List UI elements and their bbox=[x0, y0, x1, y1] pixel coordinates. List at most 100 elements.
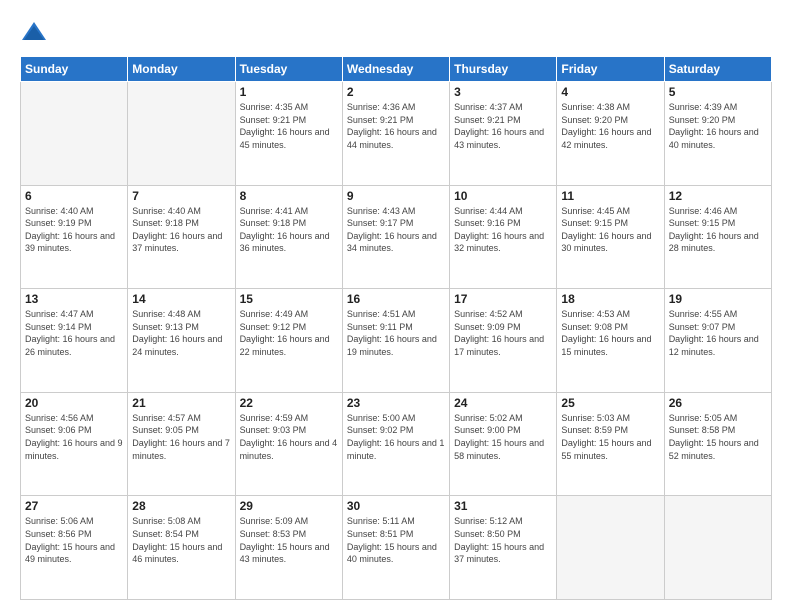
calendar-cell: 20 Sunrise: 4:56 AM Sunset: 9:06 PM Dayli… bbox=[21, 392, 128, 496]
day-number: 30 bbox=[347, 499, 445, 513]
calendar-day-header: Monday bbox=[128, 57, 235, 82]
calendar-cell: 23 Sunrise: 5:00 AM Sunset: 9:02 PM Dayli… bbox=[342, 392, 449, 496]
day-number: 15 bbox=[240, 292, 338, 306]
calendar-cell: 16 Sunrise: 4:51 AM Sunset: 9:11 PM Dayli… bbox=[342, 289, 449, 393]
day-number: 29 bbox=[240, 499, 338, 513]
day-number: 2 bbox=[347, 85, 445, 99]
day-info: Sunrise: 4:40 AM Sunset: 9:18 PM Dayligh… bbox=[132, 205, 230, 255]
calendar-cell bbox=[557, 496, 664, 600]
calendar-cell: 1 Sunrise: 4:35 AM Sunset: 9:21 PM Daylig… bbox=[235, 82, 342, 186]
calendar-cell bbox=[664, 496, 771, 600]
day-info: Sunrise: 4:39 AM Sunset: 9:20 PM Dayligh… bbox=[669, 101, 767, 151]
day-info: Sunrise: 4:48 AM Sunset: 9:13 PM Dayligh… bbox=[132, 308, 230, 358]
day-number: 24 bbox=[454, 396, 552, 410]
calendar-day-header: Tuesday bbox=[235, 57, 342, 82]
day-number: 28 bbox=[132, 499, 230, 513]
day-info: Sunrise: 4:43 AM Sunset: 9:17 PM Dayligh… bbox=[347, 205, 445, 255]
day-number: 19 bbox=[669, 292, 767, 306]
day-number: 20 bbox=[25, 396, 123, 410]
day-info: Sunrise: 4:56 AM Sunset: 9:06 PM Dayligh… bbox=[25, 412, 123, 462]
day-number: 11 bbox=[561, 189, 659, 203]
calendar-cell: 2 Sunrise: 4:36 AM Sunset: 9:21 PM Daylig… bbox=[342, 82, 449, 186]
day-info: Sunrise: 5:09 AM Sunset: 8:53 PM Dayligh… bbox=[240, 515, 338, 565]
calendar-cell: 21 Sunrise: 4:57 AM Sunset: 9:05 PM Dayli… bbox=[128, 392, 235, 496]
day-info: Sunrise: 4:55 AM Sunset: 9:07 PM Dayligh… bbox=[669, 308, 767, 358]
day-info: Sunrise: 4:38 AM Sunset: 9:20 PM Dayligh… bbox=[561, 101, 659, 151]
day-info: Sunrise: 4:49 AM Sunset: 9:12 PM Dayligh… bbox=[240, 308, 338, 358]
calendar-header-row: SundayMondayTuesdayWednesdayThursdayFrid… bbox=[21, 57, 772, 82]
day-info: Sunrise: 4:35 AM Sunset: 9:21 PM Dayligh… bbox=[240, 101, 338, 151]
day-number: 3 bbox=[454, 85, 552, 99]
calendar-cell: 31 Sunrise: 5:12 AM Sunset: 8:50 PM Dayli… bbox=[450, 496, 557, 600]
day-number: 18 bbox=[561, 292, 659, 306]
calendar-cell: 22 Sunrise: 4:59 AM Sunset: 9:03 PM Dayli… bbox=[235, 392, 342, 496]
logo bbox=[20, 18, 52, 46]
day-number: 22 bbox=[240, 396, 338, 410]
day-info: Sunrise: 4:57 AM Sunset: 9:05 PM Dayligh… bbox=[132, 412, 230, 462]
calendar-cell: 10Sunrise: 4:44 AM Sunset: 9:16 PM Dayli… bbox=[450, 185, 557, 289]
day-number: 31 bbox=[454, 499, 552, 513]
day-number: 7 bbox=[132, 189, 230, 203]
calendar-cell: 28 Sunrise: 5:08 AM Sunset: 8:54 PM Dayli… bbox=[128, 496, 235, 600]
day-number: 1 bbox=[240, 85, 338, 99]
day-info: Sunrise: 4:53 AM Sunset: 9:08 PM Dayligh… bbox=[561, 308, 659, 358]
calendar-cell: 30 Sunrise: 5:11 AM Sunset: 8:51 PM Dayli… bbox=[342, 496, 449, 600]
day-number: 13 bbox=[25, 292, 123, 306]
day-info: Sunrise: 4:37 AM Sunset: 9:21 PM Dayligh… bbox=[454, 101, 552, 151]
calendar-week-row: 13Sunrise: 4:47 AM Sunset: 9:14 PM Dayli… bbox=[21, 289, 772, 393]
calendar-cell: 7 Sunrise: 4:40 AM Sunset: 9:18 PM Daylig… bbox=[128, 185, 235, 289]
day-info: Sunrise: 5:00 AM Sunset: 9:02 PM Dayligh… bbox=[347, 412, 445, 462]
calendar-cell: 11 Sunrise: 4:45 AM Sunset: 9:15 PM Dayli… bbox=[557, 185, 664, 289]
calendar-day-header: Friday bbox=[557, 57, 664, 82]
day-number: 21 bbox=[132, 396, 230, 410]
day-number: 6 bbox=[25, 189, 123, 203]
calendar-cell: 6 Sunrise: 4:40 AM Sunset: 9:19 PM Daylig… bbox=[21, 185, 128, 289]
day-info: Sunrise: 5:08 AM Sunset: 8:54 PM Dayligh… bbox=[132, 515, 230, 565]
day-number: 4 bbox=[561, 85, 659, 99]
day-number: 12 bbox=[669, 189, 767, 203]
calendar-day-header: Sunday bbox=[21, 57, 128, 82]
calendar-cell: 14 Sunrise: 4:48 AM Sunset: 9:13 PM Dayli… bbox=[128, 289, 235, 393]
day-info: Sunrise: 5:11 AM Sunset: 8:51 PM Dayligh… bbox=[347, 515, 445, 565]
day-number: 5 bbox=[669, 85, 767, 99]
day-info: Sunrise: 5:03 AM Sunset: 8:59 PM Dayligh… bbox=[561, 412, 659, 462]
calendar-cell: 24 Sunrise: 5:02 AM Sunset: 9:00 PM Dayli… bbox=[450, 392, 557, 496]
day-number: 23 bbox=[347, 396, 445, 410]
day-number: 8 bbox=[240, 189, 338, 203]
calendar-week-row: 6 Sunrise: 4:40 AM Sunset: 9:19 PM Daylig… bbox=[21, 185, 772, 289]
calendar-cell: 9Sunrise: 4:43 AM Sunset: 9:17 PM Daylig… bbox=[342, 185, 449, 289]
day-info: Sunrise: 4:45 AM Sunset: 9:15 PM Dayligh… bbox=[561, 205, 659, 255]
day-info: Sunrise: 5:05 AM Sunset: 8:58 PM Dayligh… bbox=[669, 412, 767, 462]
calendar-week-row: 20 Sunrise: 4:56 AM Sunset: 9:06 PM Dayli… bbox=[21, 392, 772, 496]
calendar-cell: 3 Sunrise: 4:37 AM Sunset: 9:21 PM Daylig… bbox=[450, 82, 557, 186]
day-info: Sunrise: 4:51 AM Sunset: 9:11 PM Dayligh… bbox=[347, 308, 445, 358]
calendar-cell: 4 Sunrise: 4:38 AM Sunset: 9:20 PM Daylig… bbox=[557, 82, 664, 186]
page: SundayMondayTuesdayWednesdayThursdayFrid… bbox=[0, 0, 792, 612]
calendar-cell: 18 Sunrise: 4:53 AM Sunset: 9:08 PM Dayli… bbox=[557, 289, 664, 393]
day-number: 27 bbox=[25, 499, 123, 513]
generalblue-logo-icon bbox=[20, 18, 48, 46]
calendar-cell: 26 Sunrise: 5:05 AM Sunset: 8:58 PM Dayli… bbox=[664, 392, 771, 496]
day-info: Sunrise: 5:02 AM Sunset: 9:00 PM Dayligh… bbox=[454, 412, 552, 462]
calendar-day-header: Wednesday bbox=[342, 57, 449, 82]
day-number: 26 bbox=[669, 396, 767, 410]
day-number: 10 bbox=[454, 189, 552, 203]
day-info: Sunrise: 4:40 AM Sunset: 9:19 PM Dayligh… bbox=[25, 205, 123, 255]
day-number: 14 bbox=[132, 292, 230, 306]
calendar-cell: 27Sunrise: 5:06 AM Sunset: 8:56 PM Dayli… bbox=[21, 496, 128, 600]
calendar-cell: 29 Sunrise: 5:09 AM Sunset: 8:53 PM Dayli… bbox=[235, 496, 342, 600]
day-info: Sunrise: 4:41 AM Sunset: 9:18 PM Dayligh… bbox=[240, 205, 338, 255]
calendar-day-header: Saturday bbox=[664, 57, 771, 82]
day-info: Sunrise: 4:36 AM Sunset: 9:21 PM Dayligh… bbox=[347, 101, 445, 151]
day-info: Sunrise: 4:52 AM Sunset: 9:09 PM Dayligh… bbox=[454, 308, 552, 358]
header bbox=[20, 18, 772, 46]
calendar-cell: 12 Sunrise: 4:46 AM Sunset: 9:15 PM Dayli… bbox=[664, 185, 771, 289]
calendar-week-row: 27Sunrise: 5:06 AM Sunset: 8:56 PM Dayli… bbox=[21, 496, 772, 600]
calendar-cell: 8 Sunrise: 4:41 AM Sunset: 9:18 PM Daylig… bbox=[235, 185, 342, 289]
day-info: Sunrise: 4:59 AM Sunset: 9:03 PM Dayligh… bbox=[240, 412, 338, 462]
calendar-cell: 25Sunrise: 5:03 AM Sunset: 8:59 PM Dayli… bbox=[557, 392, 664, 496]
day-info: Sunrise: 5:12 AM Sunset: 8:50 PM Dayligh… bbox=[454, 515, 552, 565]
calendar-cell: 17Sunrise: 4:52 AM Sunset: 9:09 PM Dayli… bbox=[450, 289, 557, 393]
day-number: 16 bbox=[347, 292, 445, 306]
day-info: Sunrise: 4:46 AM Sunset: 9:15 PM Dayligh… bbox=[669, 205, 767, 255]
